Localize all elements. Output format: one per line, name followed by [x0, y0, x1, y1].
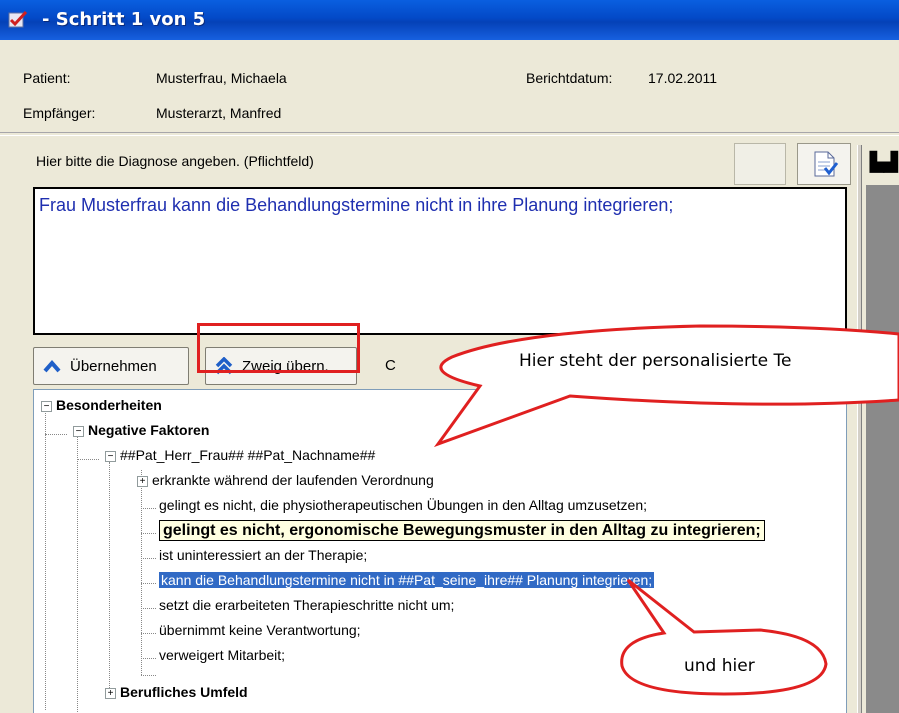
callout-top-text: Hier steht der personalisierte Te [519, 351, 792, 371]
callout-bottom-text: und hier [684, 656, 755, 676]
callout-top-bubble [433, 324, 899, 448]
callout-bottom-bubble [620, 578, 828, 696]
